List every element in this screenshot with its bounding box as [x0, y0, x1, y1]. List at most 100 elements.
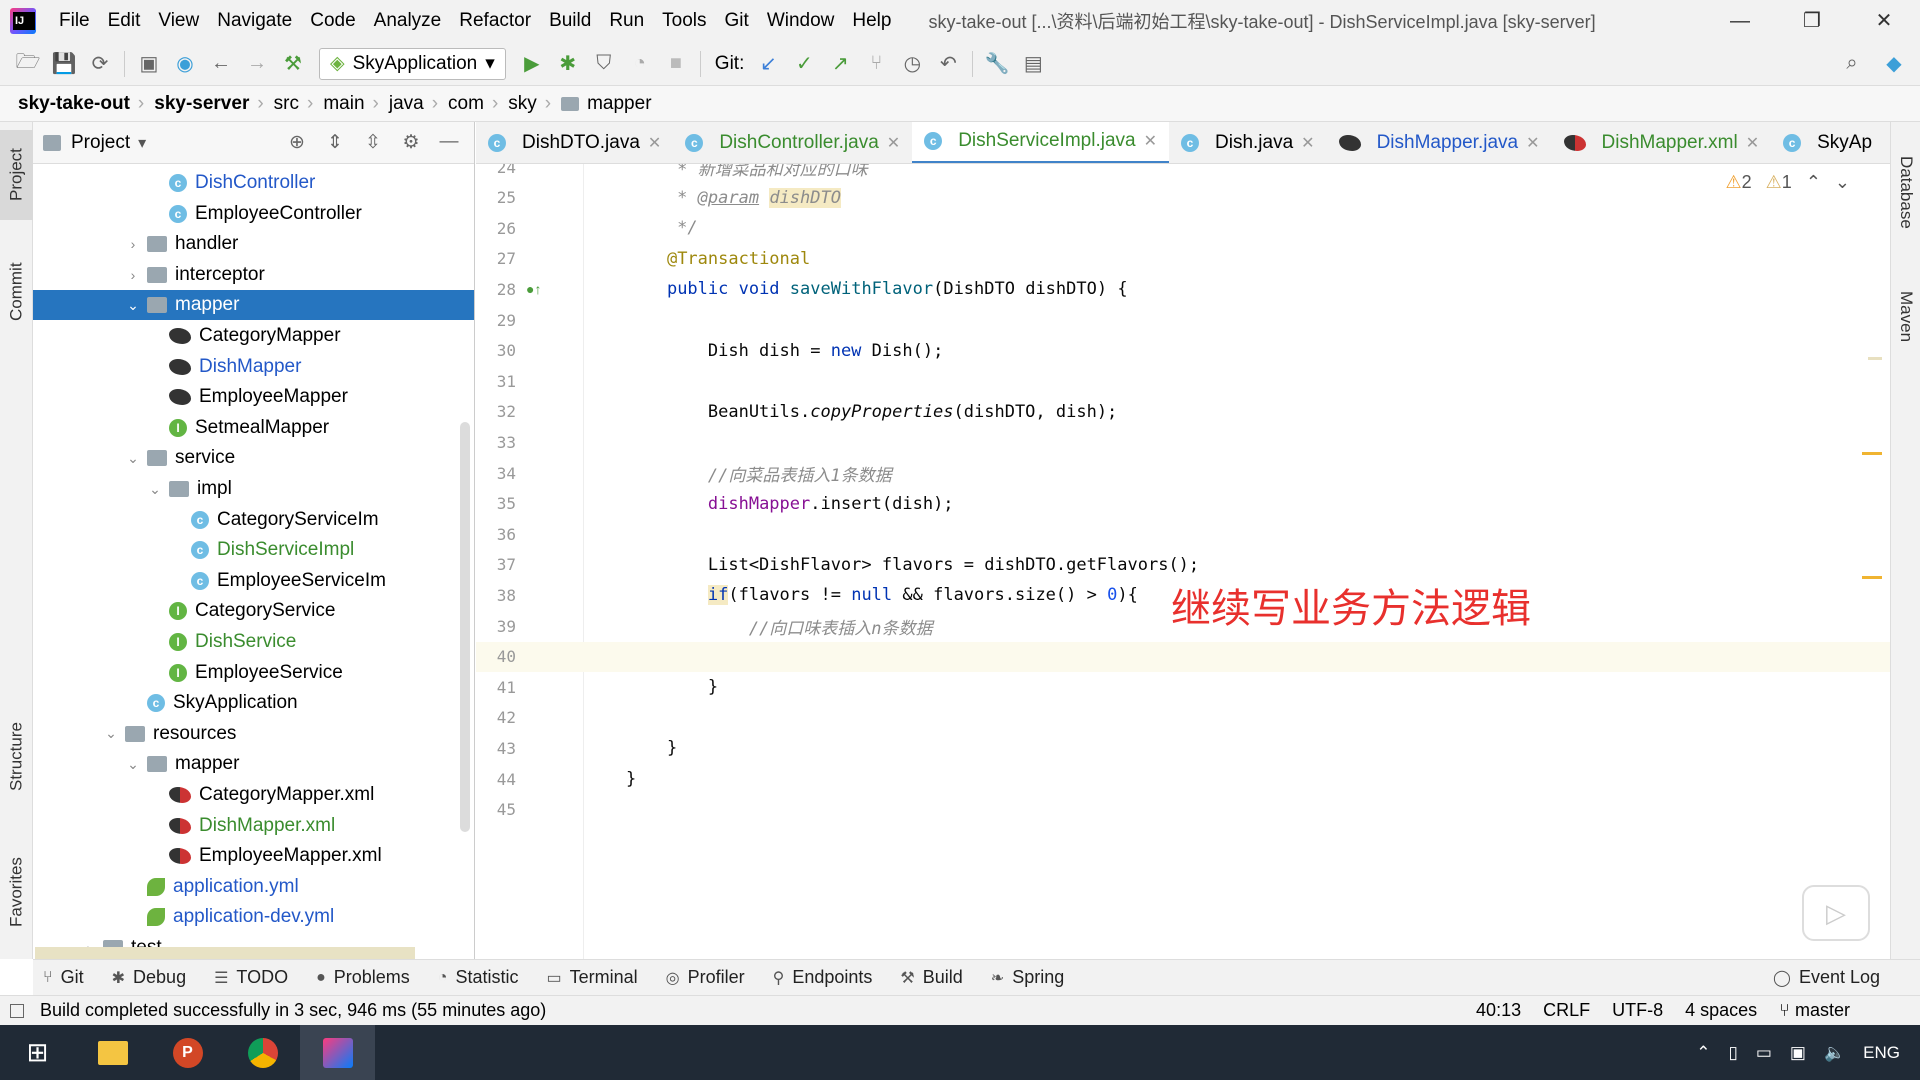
project-structure-icon[interactable]: ▣ [131, 48, 167, 80]
code-line[interactable]: 44} [476, 764, 1890, 794]
project-panel-title[interactable]: Project [71, 132, 130, 154]
close-tab-icon[interactable]: ✕ [887, 133, 900, 153]
class-icon[interactable]: ◉ [167, 48, 203, 80]
tool-tab-debug[interactable]: ✱ Debug [112, 967, 186, 988]
code-line[interactable]: 31 [476, 366, 1890, 396]
breadcrumb-item[interactable]: mapper [587, 93, 651, 115]
tree-item[interactable]: ⌄ mapper [33, 749, 474, 779]
favorites-tool-tab[interactable]: Favorites [0, 837, 33, 947]
close-window-icon[interactable]: ✕ [1848, 0, 1920, 42]
tree-item[interactable]: ⌄ impl [33, 474, 474, 504]
tree-item[interactable]: › interceptor [33, 260, 474, 290]
profile-icon[interactable]: ◔ [622, 48, 658, 80]
code-line[interactable]: 42 [476, 703, 1890, 733]
hide-icon[interactable]: — [434, 131, 464, 154]
tree-item[interactable]: I SetmealMapper [33, 413, 474, 443]
status-message[interactable]: Build completed successfully in 3 sec, 9… [40, 1000, 546, 1021]
code-line[interactable]: 36 [476, 519, 1890, 549]
caret-position[interactable]: 40:13 [1476, 1000, 1521, 1021]
menu-run[interactable]: Run [600, 10, 653, 32]
maven-tool-tab[interactable]: Maven [1891, 262, 1920, 372]
search-icon[interactable]: ⌕ [1834, 48, 1870, 80]
coverage-icon[interactable]: ⛉ [586, 48, 622, 80]
code-line[interactable]: 27 @Transactional [476, 244, 1890, 274]
database-tool-tab[interactable]: Database [1891, 132, 1920, 252]
git-update-icon[interactable]: ↙ [750, 48, 786, 80]
forward-icon[interactable]: → [239, 48, 275, 80]
git-commit-icon[interactable]: ✓ [786, 48, 822, 80]
code-line[interactable]: 41 } [476, 672, 1890, 702]
code-line[interactable]: 28 ●↑ public void saveWithFlavor(DishDTO … [476, 274, 1890, 304]
chevron-down-icon[interactable]: ⌄ [101, 725, 121, 742]
code-line[interactable]: 25 * @param dishDTO [476, 183, 1890, 213]
git-branch[interactable]: ⑂ master [1779, 1000, 1850, 1021]
scroll-marker[interactable] [1868, 357, 1882, 360]
stop-icon[interactable]: ■ [658, 48, 694, 80]
breadcrumb-item[interactable]: sky-take-out [18, 93, 130, 115]
tree-item[interactable]: CategoryMapper.xml [33, 780, 474, 810]
tree-item[interactable]: c DishServiceImpl [33, 535, 474, 565]
tree-item[interactable]: c EmployeeServiceIm [33, 566, 474, 596]
tool-tab-profiler[interactable]: ◎ Profiler [666, 967, 745, 988]
code-line[interactable]: 43 } [476, 733, 1890, 763]
intellij-taskbar-icon[interactable] [300, 1025, 375, 1080]
breadcrumb-item[interactable]: src [274, 93, 299, 115]
tree-item[interactable]: DishMapper [33, 352, 474, 382]
tool-tab-build[interactable]: ⚒ Build [900, 967, 962, 988]
chrome-icon[interactable] [225, 1025, 300, 1080]
menu-code[interactable]: Code [301, 10, 364, 32]
run-config-select[interactable]: ◈ SkyApplication ▾ [319, 47, 506, 80]
tree-horizontal-scrollbar[interactable] [35, 947, 415, 959]
structure-tool-tab[interactable]: Structure [0, 702, 33, 812]
git-branches-icon[interactable]: ⑂ [858, 48, 894, 80]
chevron-up-icon[interactable]: ⌃ [1806, 172, 1821, 193]
tray-chevron-icon[interactable]: ⌃ [1696, 1043, 1710, 1063]
editor-tab[interactable]: c Dish.java ✕ [1169, 122, 1327, 163]
chevron-down-icon[interactable]: ⌄ [123, 450, 143, 467]
tree-item[interactable]: ⌄ service [33, 443, 474, 473]
tree-item[interactable]: c DishController [33, 168, 474, 198]
implements-gutter-icon[interactable]: ●↑ [526, 281, 541, 297]
chevron-down-icon[interactable]: ⌄ [1835, 172, 1850, 193]
menu-analyze[interactable]: Analyze [365, 10, 451, 32]
tree-item[interactable]: ⌄ resources [33, 719, 474, 749]
tree-item[interactable]: I DishService [33, 627, 474, 657]
volume-icon[interactable]: 🔈 [1824, 1043, 1845, 1063]
code-line[interactable]: 34 //向菜品表插入1条数据 [476, 458, 1890, 488]
close-tab-icon[interactable]: ✕ [648, 133, 661, 153]
tree-item[interactable]: I EmployeeService [33, 658, 474, 688]
menu-edit[interactable]: Edit [99, 10, 150, 32]
tree-item[interactable]: DishMapper.xml [33, 811, 474, 841]
tree-item[interactable]: I CategoryService [33, 596, 474, 626]
menu-view[interactable]: View [149, 10, 208, 32]
breadcrumb-item[interactable]: sky-server [154, 93, 249, 115]
sync-icon[interactable]: ⟳ [82, 48, 118, 80]
usb-icon[interactable]: ▯ [1729, 1043, 1738, 1063]
editor-tab[interactable]: c SkyAp [1771, 122, 1884, 163]
menu-build[interactable]: Build [540, 10, 600, 32]
build-hammer-icon[interactable]: ⚒ [275, 48, 311, 80]
tab-list-chevron-icon[interactable]: ⌄ [1884, 122, 1890, 163]
breadcrumb-item[interactable]: main [323, 93, 364, 115]
battery-icon[interactable]: ▭ [1756, 1043, 1772, 1063]
tree-item[interactable]: c CategoryServiceIm [33, 505, 474, 535]
indent-setting[interactable]: 4 spaces [1685, 1000, 1757, 1021]
code-line[interactable]: 29 [476, 305, 1890, 335]
rollback-icon[interactable]: ↶ [930, 48, 966, 80]
tree-item[interactable]: application.yml [33, 872, 474, 902]
menu-help[interactable]: Help [843, 10, 900, 32]
tool-tab-statistic[interactable]: ◔ Statistic [438, 967, 519, 988]
code-line[interactable]: 35 dishMapper.insert(dish); [476, 489, 1890, 519]
network-icon[interactable]: ▣ [1790, 1043, 1806, 1063]
tree-item[interactable]: application-dev.yml [33, 902, 474, 932]
project-tool-tab[interactable]: Project [0, 130, 33, 220]
back-icon[interactable]: ← [203, 48, 239, 80]
language-indicator[interactable]: ENG [1863, 1043, 1900, 1063]
file-explorer-icon[interactable] [75, 1025, 150, 1080]
run-icon[interactable]: ▶ [514, 48, 550, 80]
close-tab-icon[interactable]: ✕ [1144, 131, 1157, 151]
file-encoding[interactable]: UTF-8 [1612, 1000, 1663, 1021]
settings-wrench-icon[interactable]: 🔧 [979, 48, 1015, 80]
windows-start-icon[interactable]: ⊞ [0, 1025, 75, 1080]
inspection-widget[interactable]: ⚠2 ⚠1 ⌃ ⌄ [1726, 172, 1851, 193]
